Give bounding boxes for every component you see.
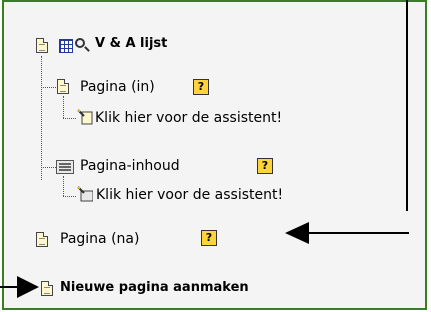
assistant-link-content[interactable]: Klik hier voor de assistent! (96, 186, 283, 204)
help-icon[interactable]: ? (201, 230, 217, 246)
annotation-line-vertical (406, 0, 408, 211)
list-title[interactable]: V & A lijst (95, 35, 167, 53)
tree-connector (41, 87, 56, 88)
table-icon[interactable] (59, 39, 73, 53)
tree-connector (63, 196, 76, 197)
new-page-icon[interactable] (41, 281, 53, 296)
tree-item-pagina-in[interactable]: Pagina (in) (80, 78, 155, 96)
help-icon[interactable]: ? (193, 79, 209, 95)
page-icon[interactable] (57, 79, 69, 94)
tree-connector (63, 96, 64, 118)
content-icon[interactable] (56, 160, 74, 174)
page-icon[interactable] (36, 38, 48, 53)
new-page-link[interactable]: Nieuwe pagina aanmaken (60, 279, 249, 297)
tree-connector (41, 56, 42, 180)
assistant-link-before[interactable]: Klik hier voor de assistent! (95, 109, 282, 127)
wizard-icon[interactable] (77, 186, 93, 202)
tree-connector (41, 167, 56, 168)
page-icon[interactable] (36, 232, 48, 247)
tree-item-pagina-na[interactable]: Pagina (na) (60, 230, 139, 248)
tree-item-pagina-inhoud[interactable]: Pagina-inhoud (80, 157, 180, 175)
wizard-icon[interactable] (77, 109, 93, 125)
annotation-line-horizontal (306, 232, 409, 234)
annotation-arrowhead-left (285, 222, 309, 244)
help-icon[interactable]: ? (257, 158, 273, 174)
tree-connector (63, 176, 64, 196)
search-icon[interactable] (75, 38, 85, 48)
annotation-arrowhead-right (17, 276, 39, 298)
annotation-line-bottom (0, 286, 18, 288)
tree-connector (63, 118, 76, 119)
